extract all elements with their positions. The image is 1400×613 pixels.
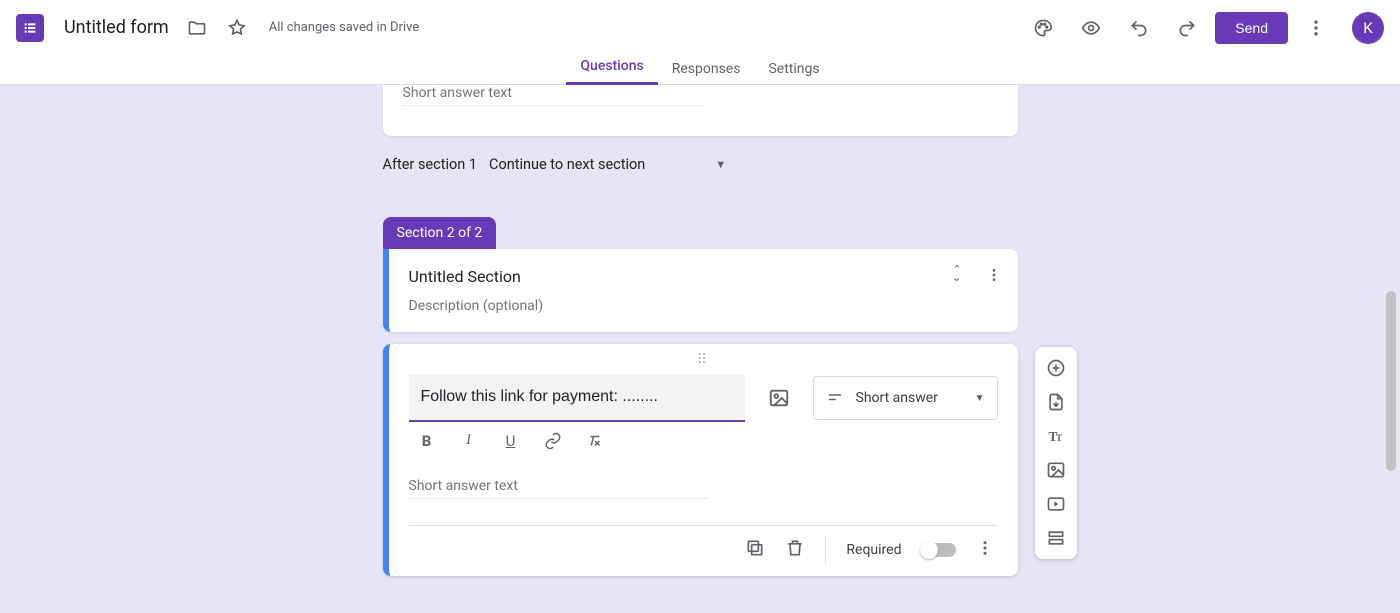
avatar[interactable]: K xyxy=(1352,12,1384,44)
folder-icon[interactable] xyxy=(177,8,217,48)
palette-icon[interactable] xyxy=(1023,8,1063,48)
tabs: Questions Responses Settings xyxy=(0,55,1400,85)
svg-text:T: T xyxy=(1056,433,1062,443)
underline-icon[interactable]: U xyxy=(499,432,523,454)
question-more-icon[interactable] xyxy=(976,539,994,561)
import-questions-icon[interactable] xyxy=(1038,387,1074,417)
bold-icon[interactable]: B xyxy=(415,432,439,454)
question-card[interactable]: ⠿ B I U xyxy=(383,344,1018,576)
tab-responses[interactable]: Responses xyxy=(658,61,755,85)
canvas: Short answer text After section 1 Contin… xyxy=(0,85,1400,613)
app-header: Untitled form All changes saved in Drive… xyxy=(0,0,1400,85)
add-title-icon[interactable]: TT xyxy=(1038,421,1074,451)
duplicate-icon[interactable] xyxy=(745,538,765,562)
header-actions: Send K xyxy=(1023,8,1384,48)
after-section-select[interactable]: Continue to next section ▼ xyxy=(489,156,726,173)
save-status: All changes saved in Drive xyxy=(269,20,420,35)
short-answer-preview: Short answer text xyxy=(403,85,703,106)
collapse-icon[interactable]: ⌃⌃ xyxy=(952,267,961,287)
question-footer: Required xyxy=(409,526,998,566)
undo-icon[interactable] xyxy=(1119,8,1159,48)
link-icon[interactable] xyxy=(541,432,565,454)
add-image-icon[interactable] xyxy=(1038,455,1074,485)
form-title[interactable]: Untitled form xyxy=(64,17,169,38)
header-top-row: Untitled form All changes saved in Drive… xyxy=(0,0,1400,55)
section-title[interactable]: Untitled Section xyxy=(409,267,998,286)
after-section-label: After section 1 xyxy=(383,156,478,173)
add-image-icon[interactable] xyxy=(761,380,797,416)
chevron-down-icon: ▼ xyxy=(975,393,985,404)
question-type-select[interactable]: Short answer ▼ xyxy=(813,376,998,420)
drag-handle-icon[interactable]: ⠿ xyxy=(409,358,998,366)
after-section-value: Continue to next section xyxy=(489,156,645,173)
add-question-icon[interactable] xyxy=(1038,353,1074,383)
redo-icon[interactable] xyxy=(1167,8,1207,48)
scrollbar[interactable] xyxy=(1384,171,1398,613)
previous-question-card: Short answer text xyxy=(383,85,1018,136)
forms-logo[interactable] xyxy=(16,14,44,42)
italic-icon[interactable]: I xyxy=(457,432,481,454)
section-badge: Section 2 of 2 xyxy=(383,217,497,249)
preview-icon[interactable] xyxy=(1071,8,1111,48)
section-description[interactable]: Description (optional) xyxy=(409,298,998,314)
delete-icon[interactable] xyxy=(785,538,805,562)
tab-settings[interactable]: Settings xyxy=(754,61,833,85)
side-toolbar: TT xyxy=(1035,347,1077,559)
tab-questions[interactable]: Questions xyxy=(566,58,657,85)
required-toggle[interactable] xyxy=(922,543,956,557)
chevron-down-icon: ▼ xyxy=(715,158,726,171)
answer-preview: Short answer text xyxy=(409,478,709,499)
section-header-card[interactable]: Untitled Section Description (optional) … xyxy=(383,249,1018,332)
section-more-icon[interactable] xyxy=(986,267,1002,287)
required-label: Required xyxy=(846,542,901,558)
question-type-label: Short answer xyxy=(856,390,938,406)
star-icon[interactable] xyxy=(217,8,257,48)
question-input[interactable] xyxy=(409,374,745,422)
clear-format-icon[interactable] xyxy=(583,432,607,454)
add-video-icon[interactable] xyxy=(1038,489,1074,519)
send-button[interactable]: Send xyxy=(1215,12,1288,44)
scrollbar-thumb[interactable] xyxy=(1386,291,1396,471)
separator xyxy=(825,536,826,564)
form-column: Short answer text After section 1 Contin… xyxy=(383,85,1018,576)
format-toolbar: B I U xyxy=(409,422,745,460)
add-section-icon[interactable] xyxy=(1038,523,1074,553)
more-icon[interactable] xyxy=(1296,8,1336,48)
after-section-row: After section 1 Continue to next section… xyxy=(383,136,1018,193)
